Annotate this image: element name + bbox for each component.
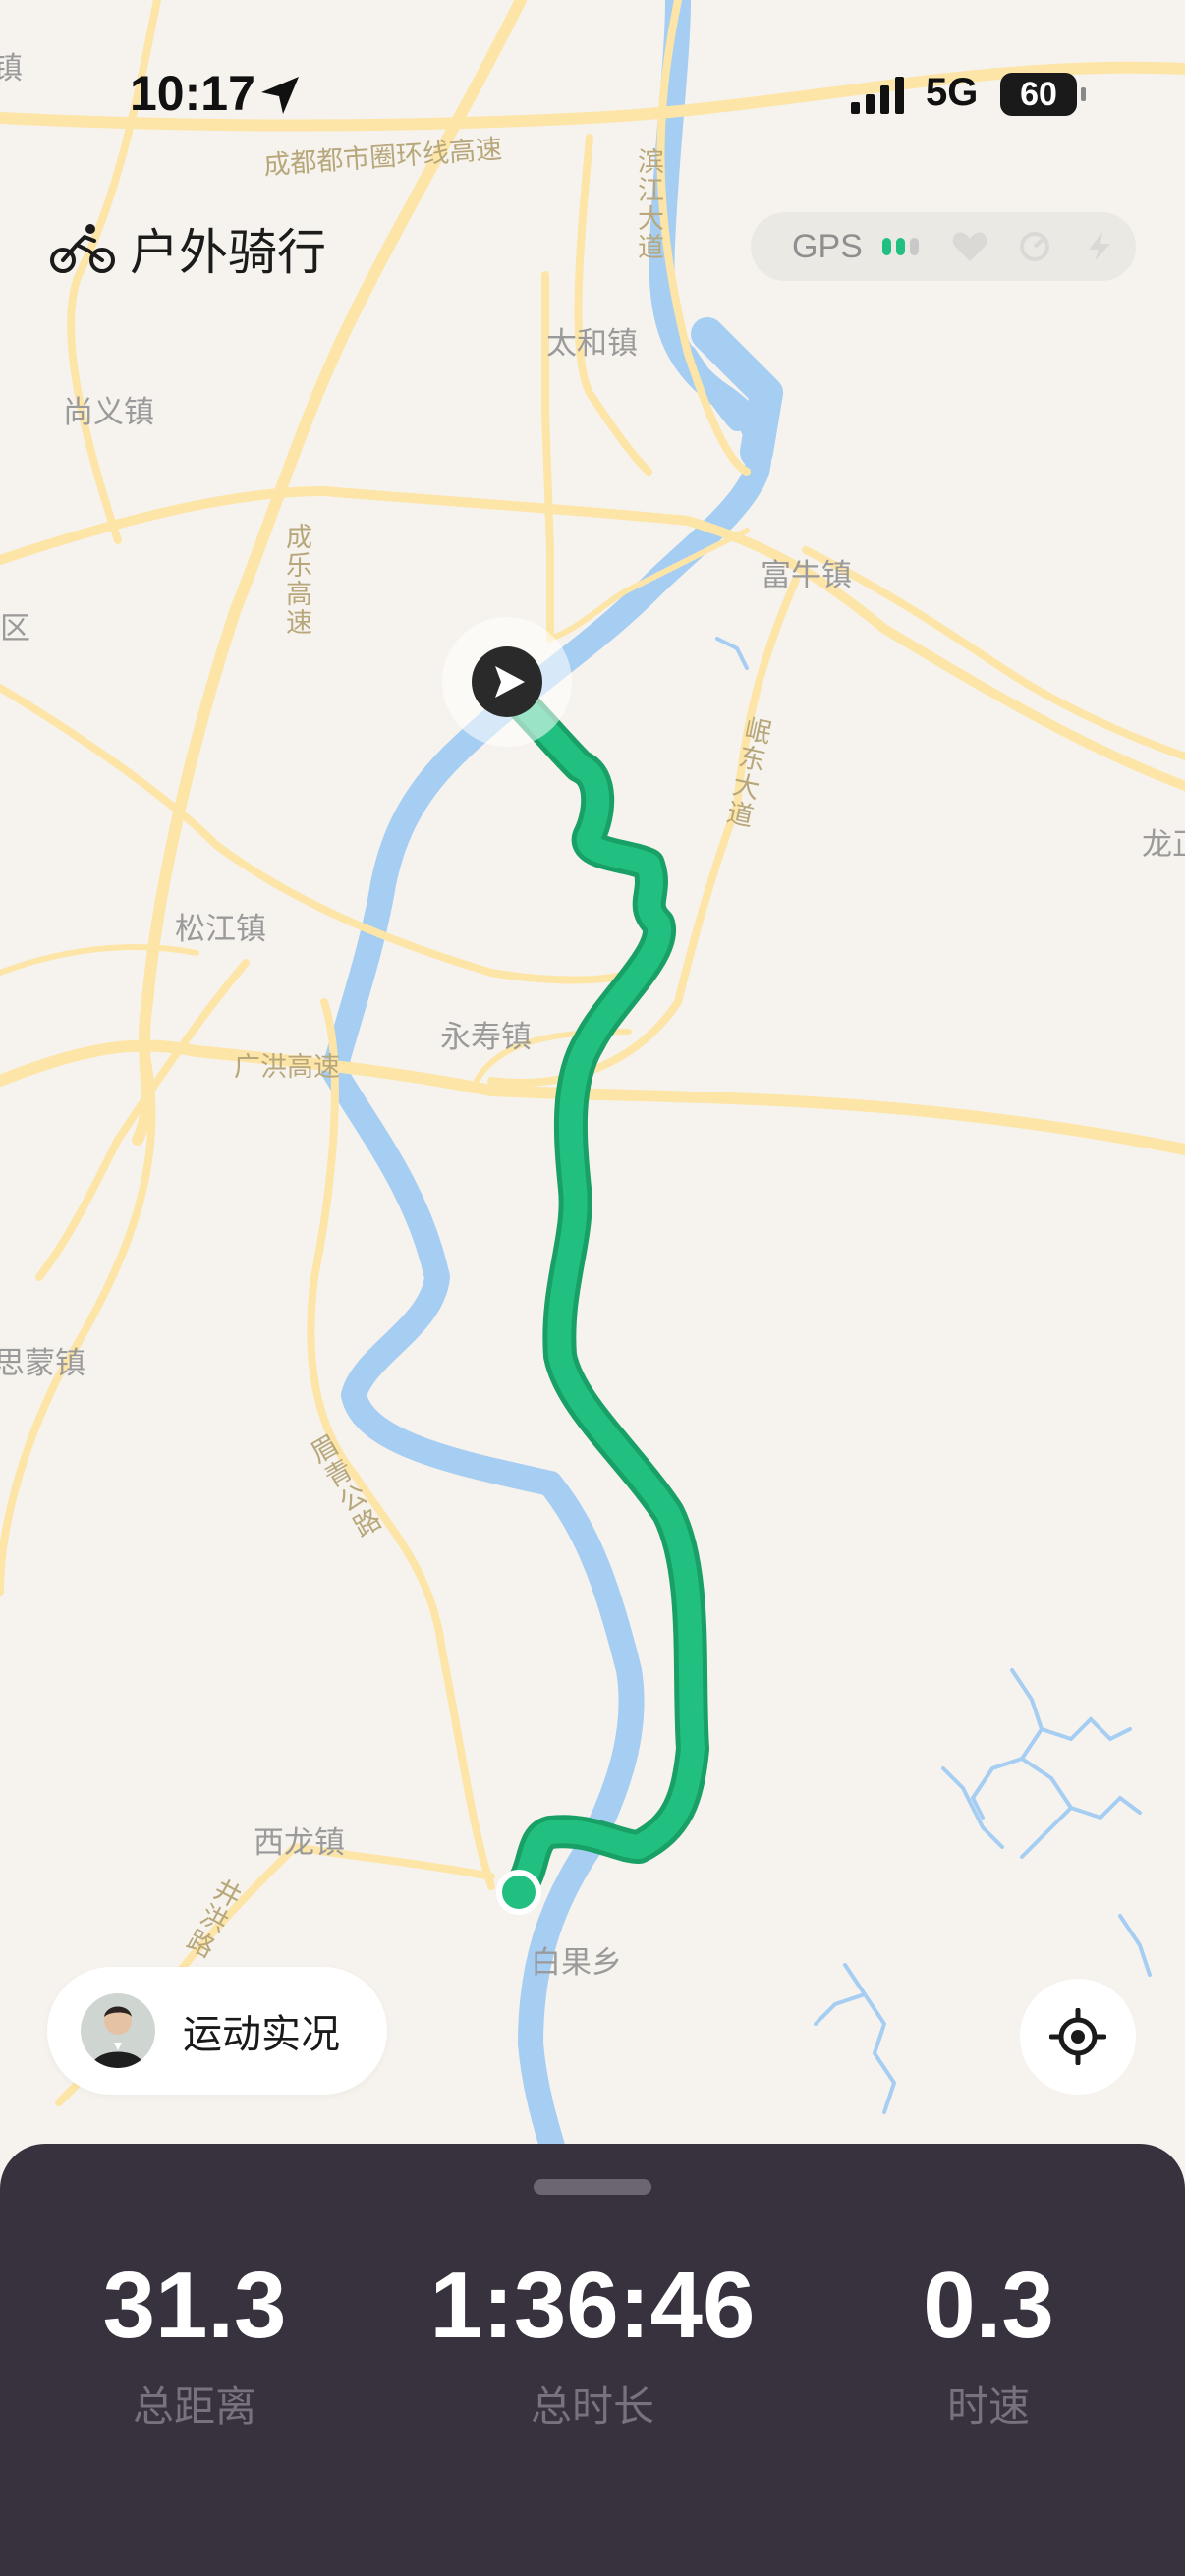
status-bar: 10:17 5G 60 — [0, 0, 1185, 196]
gps-bar — [881, 238, 891, 255]
gps-bar — [895, 238, 905, 255]
location-arrow-icon — [261, 77, 299, 114]
locate-button[interactable] — [1020, 1979, 1136, 2095]
place-label-funiu: 富牛镇 — [761, 558, 852, 593]
gps-label: GPS — [792, 227, 863, 265]
place-label-qu: 区 — [0, 611, 30, 646]
place-label-songjiang: 松江镇 — [175, 912, 266, 947]
stat-duration: 1:36:46 总时长 — [406, 2252, 779, 2434]
gps-bar — [909, 238, 919, 255]
place-label-longzheng: 龙正 — [1142, 827, 1185, 863]
battery-icon: 60 — [1000, 73, 1086, 116]
stat-speed: 0.3 时速 — [851, 2252, 1126, 2434]
status-time: 10:17 — [130, 66, 255, 121]
stat-distance-value: 31.3 — [102, 2253, 287, 2358]
drag-handle[interactable] — [534, 2179, 651, 2195]
heart-rate-icon — [952, 232, 988, 261]
live-status-button[interactable]: 运动实况 — [47, 1967, 387, 2095]
stat-distance-label: 总距离 — [132, 2382, 256, 2431]
gps-signal-bars — [881, 238, 924, 255]
gps-status[interactable]: GPS — [751, 212, 1136, 281]
place-label-baiguo: 白果乡 — [531, 1945, 622, 1981]
stat-speed-label: 时速 — [946, 2382, 1030, 2431]
stats-panel[interactable]: 31.3 总距离 1:36:46 总时长 0.3 时速 — [0, 2144, 1185, 2576]
bicycle-icon — [50, 224, 115, 273]
place-label-yongshou: 永寿镇 — [440, 1020, 532, 1055]
network-type: 5G — [926, 71, 979, 114]
navigation-arrow-icon — [442, 617, 572, 747]
locate-target-icon — [1049, 2008, 1106, 2065]
title-text: 户外骑行 — [130, 224, 326, 281]
place-label-shangyi: 尚义镇 — [63, 395, 154, 430]
avatar — [81, 1993, 155, 2068]
road-label-chengle: 成乐高速 — [281, 523, 311, 637]
stat-distance: 31.3 总距离 — [57, 2252, 332, 2434]
page-title: 户外骑行 — [49, 214, 326, 283]
live-status-label: 运动实况 — [183, 2012, 340, 2057]
power-icon — [1088, 232, 1110, 261]
route-start-dot — [496, 1870, 541, 1915]
cadence-icon — [1019, 232, 1049, 261]
road-label-guanghong: 广洪高速 — [234, 1052, 340, 1083]
place-label-xilong: 西龙镇 — [254, 1825, 345, 1861]
place-label-simeng: 思蒙镇 — [0, 1346, 85, 1381]
stat-duration-label: 总时长 — [530, 2382, 654, 2431]
stat-duration-value: 1:36:46 — [429, 2253, 756, 2358]
stat-speed-value: 0.3 — [923, 2253, 1054, 2358]
place-label-taihe: 太和镇 — [546, 326, 638, 362]
cellular-signal-icon — [851, 77, 904, 114]
battery-level: 60 — [1020, 75, 1057, 113]
